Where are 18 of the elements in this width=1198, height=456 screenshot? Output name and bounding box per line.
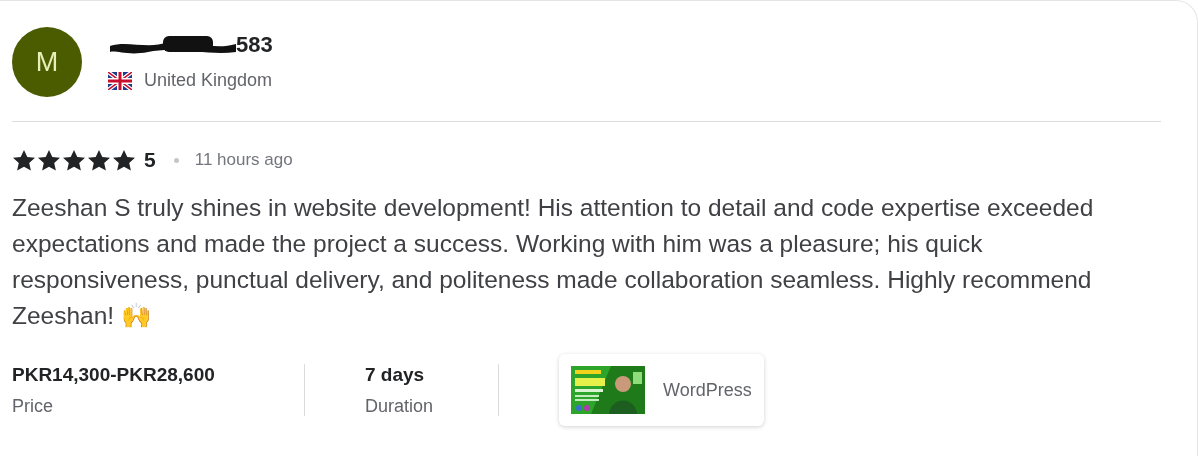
avatar: M <box>12 27 82 97</box>
detail-label: Price <box>12 395 54 417</box>
detail-value: PKR14,300-PKR28,600 <box>12 363 216 386</box>
detail-value: 7 days <box>365 363 426 386</box>
star-icon <box>62 148 86 172</box>
star-icon <box>37 148 61 172</box>
username[interactable]: 583 <box>236 32 273 58</box>
review-time: 11 hours ago <box>194 150 293 170</box>
detail-label: Duration <box>365 395 435 417</box>
country-name: United Kingdom <box>144 70 273 91</box>
star-icon <box>112 148 136 172</box>
review-text: Zeeshan S truly shines in website development! His attention to detail and code expertise exceeded expectations and made the project a success. Working with him was a pleasure; his quick responsiveness, punctual delivery, and politeness made collaboration seamless. Highly recommend Zeeshan! 🙌 <box>12 193 1095 331</box>
separator-dot <box>173 157 179 163</box>
star-icon <box>87 148 111 172</box>
star-icon <box>12 148 36 172</box>
rating-value: 5 <box>144 148 156 172</box>
gig-card[interactable]: WordPress <box>559 354 764 426</box>
flag-icon <box>108 71 132 90</box>
